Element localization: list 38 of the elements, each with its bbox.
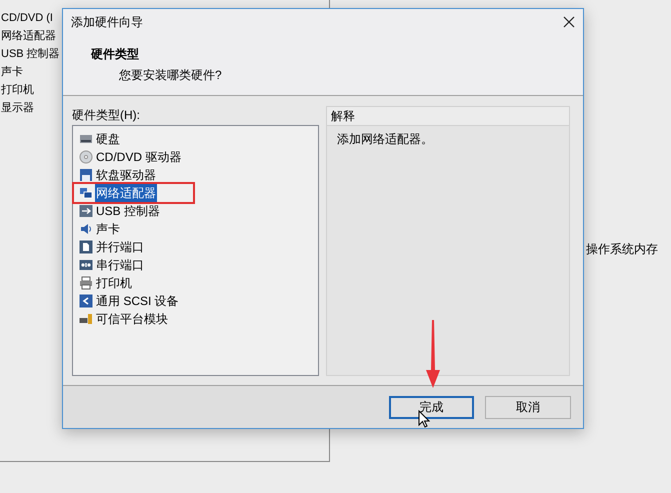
printer-icon bbox=[79, 276, 93, 290]
explanation-text: 添加网络适配器。 bbox=[336, 131, 434, 148]
chip-key-icon bbox=[79, 312, 93, 326]
floppy-icon bbox=[79, 168, 93, 182]
device-label: 显示器 bbox=[1, 101, 34, 116]
arrow-drawing bbox=[425, 320, 441, 388]
device-label: 打印机 bbox=[1, 83, 34, 98]
parallel-port-icon bbox=[79, 240, 93, 254]
device-label: CD/DVD (I bbox=[1, 11, 53, 26]
scsi-device-icon bbox=[79, 294, 93, 308]
hardware-item[interactable]: 并行端口 bbox=[95, 238, 145, 256]
usb-icon bbox=[79, 204, 93, 218]
window-title: 添加硬件向导 bbox=[71, 14, 143, 31]
hardware-item[interactable]: 声卡 bbox=[95, 220, 121, 238]
explanation-title: 解释 bbox=[327, 107, 569, 126]
hardware-item[interactable]: 软盘驱动器 bbox=[95, 166, 157, 184]
hardware-item[interactable]: 可信平台模块 bbox=[95, 310, 169, 328]
hardware-item[interactable]: 串行端口 bbox=[95, 256, 145, 274]
hardware-item[interactable]: 通用 SCSI 设备 bbox=[95, 292, 180, 310]
network-icon bbox=[79, 186, 93, 200]
cancel-button[interactable]: 取消 bbox=[485, 396, 571, 418]
device-label: 声卡 bbox=[1, 65, 23, 80]
device-label: 网络适配器 bbox=[1, 29, 56, 44]
hardware-item[interactable]: USB 控制器 bbox=[95, 202, 162, 220]
wizard-subheading: 您要安装哪类硬件? bbox=[118, 67, 223, 84]
serial-port-icon bbox=[79, 258, 93, 272]
hardware-item[interactable]: 打印机 bbox=[95, 274, 133, 292]
hardware-item[interactable]: 硬盘 bbox=[95, 130, 121, 148]
device-label: USB 控制器 bbox=[1, 47, 60, 62]
speaker-icon bbox=[79, 222, 93, 236]
memory-note: 操作系统内存 bbox=[586, 241, 658, 258]
wizard-heading: 硬件类型 bbox=[91, 46, 140, 63]
close-icon[interactable] bbox=[563, 16, 575, 28]
hardware-item[interactable]: CD/DVD 驱动器 bbox=[95, 148, 182, 166]
disc-icon bbox=[79, 150, 93, 164]
hardware-item[interactable]: 网络适配器 bbox=[95, 184, 157, 202]
list-label: 硬件类型(H): bbox=[72, 107, 141, 124]
finish-button[interactable]: 完成 bbox=[389, 396, 474, 418]
